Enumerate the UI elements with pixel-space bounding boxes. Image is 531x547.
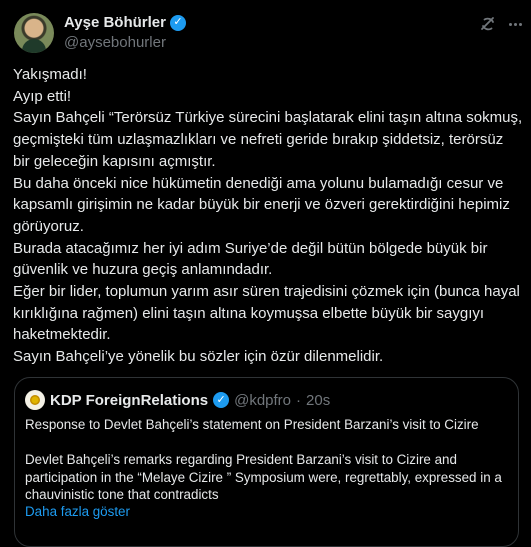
- author-name-row: Ayşe Böhürler ✓: [64, 14, 186, 31]
- quoted-tweet-card[interactable]: KDP ForeignRelations ✓ @kdpfro · 20s Res…: [14, 377, 519, 547]
- author-avatar[interactable]: [14, 13, 54, 53]
- verified-badge-icon: ✓: [213, 392, 230, 408]
- quoted-tweet-text: Response to Devlet Bahçeli’s statement o…: [25, 416, 505, 504]
- quoted-tweet-body: Devlet Bahçeli’s remarks regarding Presi…: [25, 452, 502, 502]
- tweet-line: Burada atacağımız her iyi adım Suriye’de…: [13, 239, 488, 279]
- tweet-line: Bu daha önceki nice hükümetin denediği a…: [13, 174, 510, 235]
- more-options-icon[interactable]: [505, 14, 525, 34]
- tweet-line: Eğer bir lider, toplumun yarım asır süre…: [13, 283, 520, 344]
- separator-dot: ·: [296, 391, 302, 409]
- verified-badge-icon[interactable]: ✓: [169, 14, 186, 31]
- quoted-tweet-title: Response to Devlet Bahçeli’s statement o…: [25, 417, 479, 432]
- show-more-link[interactable]: Daha fazla göster: [25, 504, 130, 519]
- tweet-line: Sayın Bahçeli “Terörsüz Türkiye sürecini…: [13, 109, 523, 170]
- tweet-text: Yakışmadı! Ayıp etti! Sayın Bahçeli “Ter…: [13, 64, 523, 368]
- tweet-line: Sayın Bahçeli’ye yönelik bu sözler için …: [13, 348, 384, 366]
- quoted-tweet-header: KDP ForeignRelations ✓ @kdpfro · 20s: [25, 390, 330, 410]
- tweet-line: Ayıp etti!: [13, 87, 72, 105]
- tweet-line: Yakışmadı!: [13, 66, 87, 83]
- quoted-author-avatar: [25, 390, 45, 410]
- quoted-author-handle: @kdpfro: [234, 391, 292, 409]
- author-display-name[interactable]: Ayşe Böhürler: [64, 14, 166, 31]
- grok-icon[interactable]: [478, 14, 498, 34]
- author-handle[interactable]: @aysebohurler: [64, 34, 166, 51]
- quoted-author-name: KDP ForeignRelations: [50, 391, 209, 409]
- quoted-tweet-time: 20s: [306, 391, 331, 409]
